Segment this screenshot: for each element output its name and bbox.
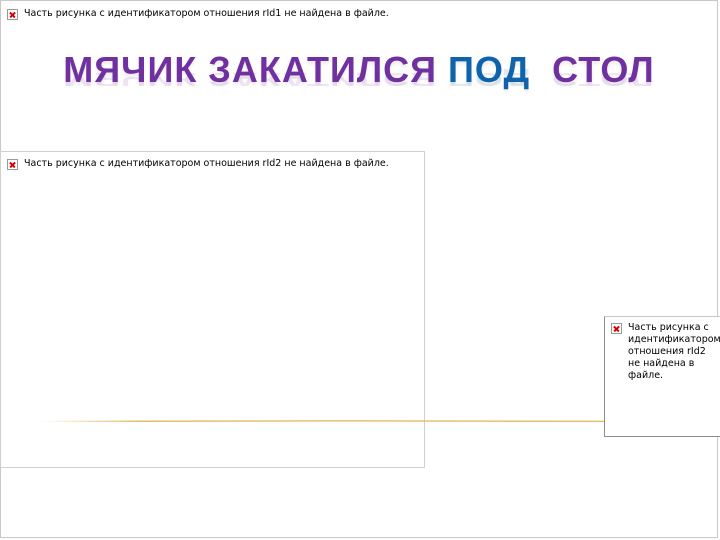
broken-image-notice-top: Часть рисунка с идентификатором отношени… [7,8,389,20]
broken-image-message: Часть рисунка с идентификатором отношени… [24,8,389,19]
title-word-2: ПОД [448,49,531,90]
broken-image-icon [7,159,18,170]
broken-image-notice-right: Часть рисунка с идентификатором отношени… [611,322,720,382]
broken-image-message: Часть рисунка с идентификатором отношени… [628,322,720,381]
title-word-1: МЯЧИК ЗАКАТИЛСЯ [63,49,438,90]
broken-image-icon [611,323,622,334]
broken-image-icon [7,9,18,20]
slide-title: МЯЧИК ЗАКАТИЛСЯ ПОД СТОЛ [0,48,718,92]
slide: Часть рисунка с идентификатором отношени… [0,0,720,540]
broken-image-message: Часть рисунка с идентификатором отношени… [24,158,389,169]
title-word-3: СТОЛ [552,49,655,90]
broken-image-notice-middle: Часть рисунка с идентификатором отношени… [7,158,389,170]
